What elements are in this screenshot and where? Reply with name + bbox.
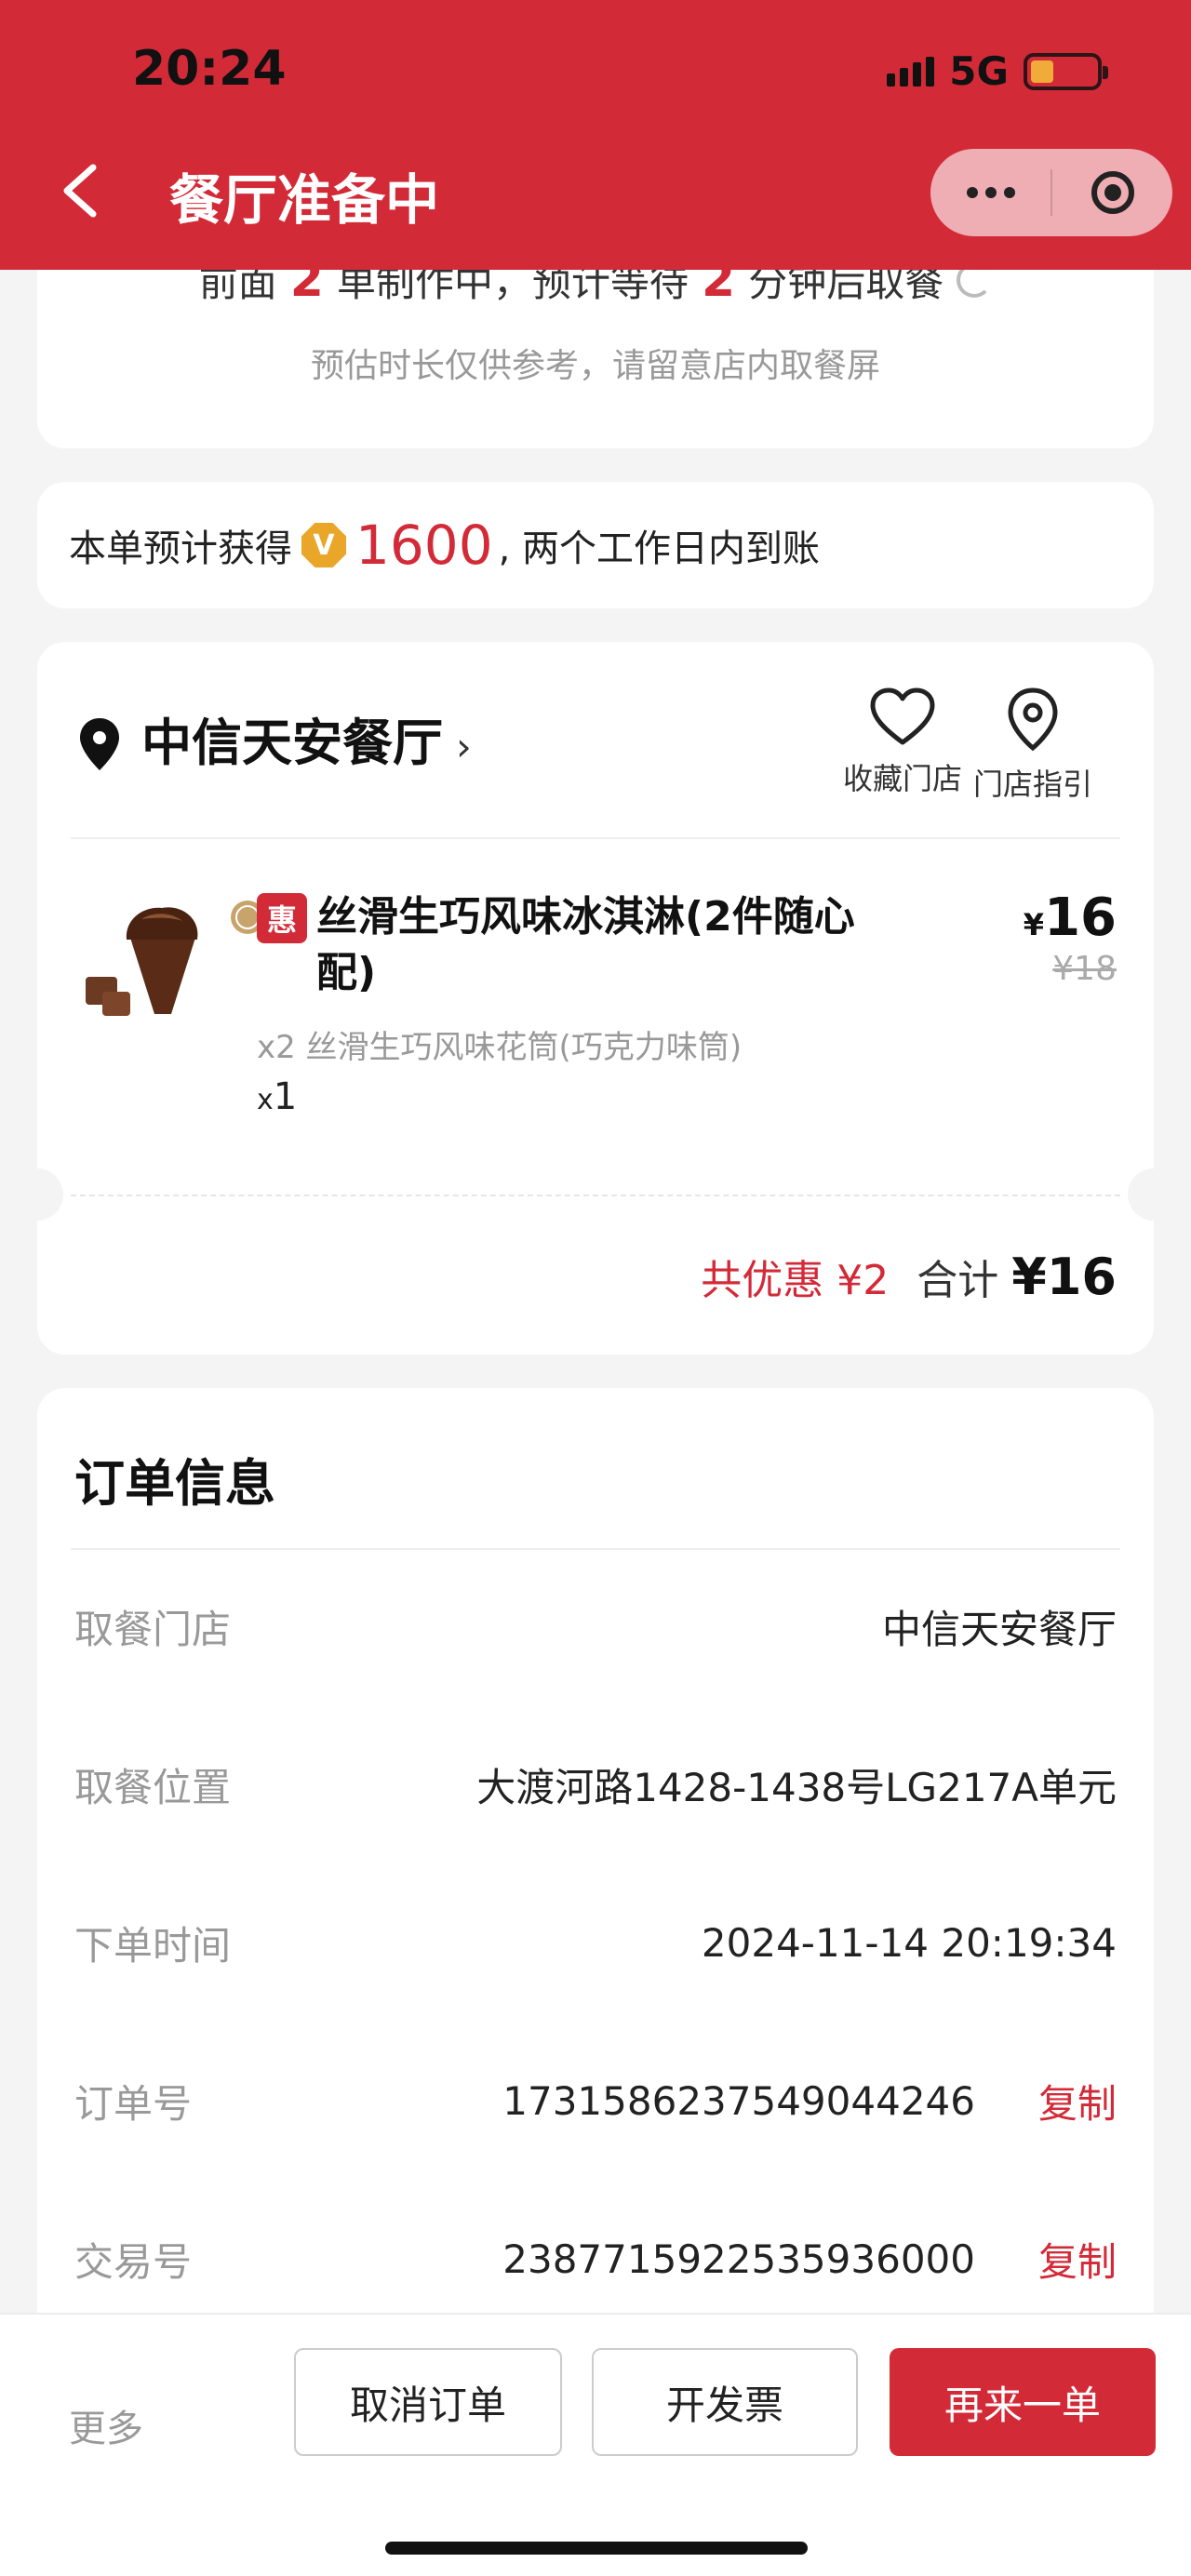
heart-icon: [870, 687, 935, 745]
points-amount: 1600: [355, 514, 493, 577]
total-amount: ¥16: [1011, 1248, 1117, 1306]
order-card: 中信天安餐厅 › 收藏门店 门店指引 惠 丝滑生巧风味冰淇淋(2件随心配) x2 …: [11, 642, 1180, 1355]
product-detail: x2 丝滑生巧风味花筒(巧克力味筒): [257, 1029, 743, 1066]
chevron-right-icon: ›: [456, 724, 472, 769]
reorder-button[interactable]: 再来一单: [890, 2348, 1156, 2456]
points-card: 本单预计获得 V 1600 , 两个工作日内到账: [37, 482, 1154, 608]
location-outline-icon: [1008, 687, 1058, 752]
copy-transaction-number-button[interactable]: 复制: [1038, 2231, 1117, 2288]
product-quantity: x1: [257, 1075, 298, 1118]
status-time: 20:24: [132, 41, 287, 97]
info-row-pickup-location: 取餐位置 大渡河路1428-1438号LG217A单元: [74, 1764, 1117, 1810]
copy-order-number-button[interactable]: 复制: [1038, 2073, 1117, 2129]
wait-note: 预估时长仅供参考，请留意店内取餐屏: [310, 347, 880, 385]
info-row-order-number: 订单号 1731586237549044246 复制: [74, 2073, 1117, 2129]
discount-total: 共优惠 ¥2: [701, 1257, 890, 1304]
bottom-action-bar: 更多 取消订单 开发票 再来一单: [0, 2313, 1191, 2576]
miniprogram-capsule: [930, 149, 1172, 236]
favorite-store-button[interactable]: 收藏门店: [837, 687, 968, 798]
info-row-pickup-store: 取餐门店 中信天安餐厅: [74, 1606, 1117, 1652]
signal-icon: [887, 56, 935, 87]
location-pin-icon: [80, 718, 119, 770]
status-icons: 5G: [887, 48, 1108, 94]
product-price: ¥16 ¥18: [1023, 888, 1117, 988]
store-guide-button[interactable]: 门店指引: [968, 687, 1098, 804]
order-info-title: 订单信息: [74, 1454, 275, 1513]
app-header: 20:24 5G 餐厅准备中: [0, 0, 1191, 270]
original-price: ¥18: [1052, 950, 1117, 988]
coin-icon: V: [301, 523, 346, 567]
discount-badge: 惠: [257, 893, 307, 943]
product-image: [86, 901, 264, 1016]
order-total: 共优惠 ¥2 合计 ¥16: [701, 1248, 1117, 1306]
target-icon: [1091, 171, 1134, 214]
page-title: 餐厅准备中: [169, 168, 440, 232]
info-row-order-time: 下单时间 2024-11-14 20:19:34: [74, 1919, 1117, 1969]
more-button[interactable]: 更多: [69, 2398, 143, 2452]
info-row-transaction-number: 交易号 2387715922535936000 复制: [74, 2231, 1117, 2287]
home-indicator: [385, 2542, 808, 2555]
battery-icon: [1024, 52, 1108, 90]
order-info-card: 订单信息 取餐门店 中信天安餐厅 取餐位置 大渡河路1428-1438号LG21…: [37, 1388, 1154, 2411]
more-dots-icon: [966, 187, 1015, 198]
product-name: 丝滑生巧风味冰淇淋(2件随心配): [316, 893, 855, 996]
back-arrow-icon[interactable]: [60, 164, 100, 218]
close-miniprogram-button[interactable]: [1052, 149, 1172, 236]
cancel-order-button[interactable]: 取消订单: [294, 2348, 562, 2456]
invoice-button[interactable]: 开发票: [592, 2348, 858, 2456]
more-menu-button[interactable]: [930, 149, 1050, 236]
store-name-link[interactable]: 中信天安餐厅 ›: [141, 701, 472, 775]
network-type: 5G: [949, 48, 1009, 94]
